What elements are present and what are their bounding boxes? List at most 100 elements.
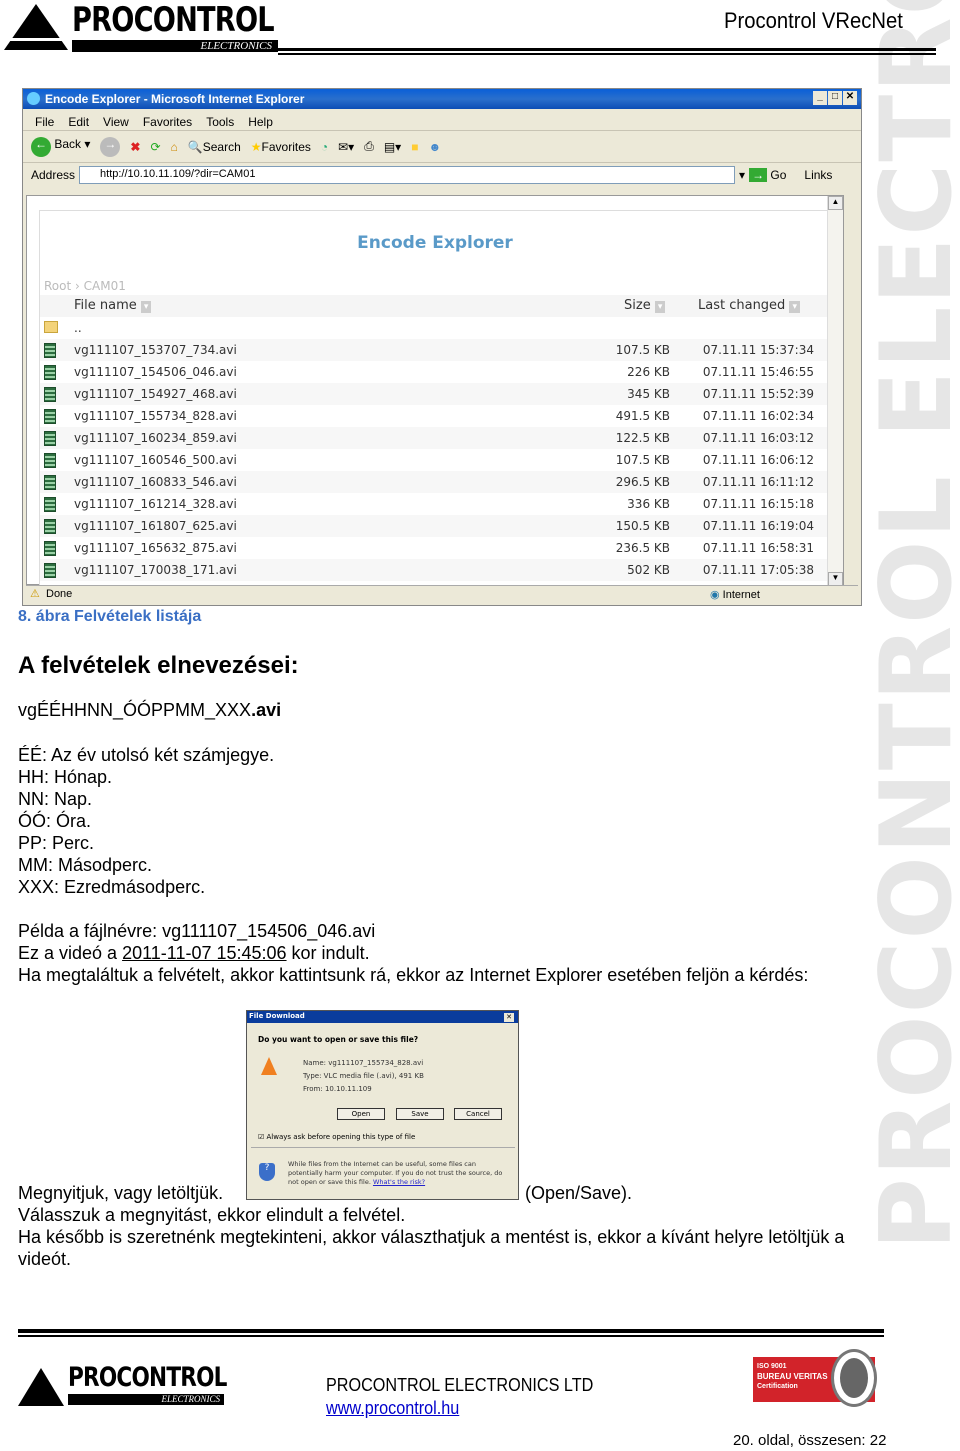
file-row[interactable]: vg111107_161807_625.avi 150.5 KB 07.11.11 … — [40, 515, 830, 537]
favorites-button[interactable]: ★Favorites — [251, 140, 311, 154]
close-button[interactable]: ✕ — [843, 91, 857, 105]
open-save-text: Megnyitjuk, vagy letöltjük. — [18, 1183, 224, 1203]
file-browser: Encode Explorer Root › CAM01 File name ▾… — [39, 210, 830, 586]
file-date: 07.11.11 15:37:34 — [702, 343, 814, 357]
file-row[interactable]: vg111107_160546_500.avi 107.5 KB 07.11.11 … — [40, 449, 830, 471]
video-file-icon — [44, 409, 56, 424]
file-name[interactable]: vg111107_170038_171.avi — [74, 563, 237, 577]
choose-open-line: Válasszuk a megnyitást, ekkor elindult a… — [18, 1205, 406, 1225]
file-name[interactable]: vg111107_153707_734.avi — [74, 343, 237, 357]
address-input[interactable]: http://10.10.11.109/?dir=CAM01 — [79, 166, 736, 184]
search-button[interactable]: 🔍Search — [188, 140, 241, 154]
menu-help[interactable]: Help — [248, 115, 273, 130]
save-later-line: Ha később is szeretnénk megtekinteni, ak… — [18, 1227, 845, 1247]
links-button[interactable]: Links — [804, 168, 832, 182]
file-name[interactable]: vg111107_160234_859.avi — [74, 431, 237, 445]
back-button[interactable]: ← Back ▾ — [31, 136, 90, 157]
notes-icon[interactable]: ■ — [411, 140, 418, 154]
file-name[interactable]: vg111107_161214_328.avi — [74, 497, 237, 511]
file-name[interactable]: vg111107_154927_468.avi — [74, 387, 237, 401]
go-label: Go — [770, 168, 787, 182]
file-size: 336 KB — [627, 497, 670, 511]
video-file-icon — [44, 563, 56, 578]
file-name[interactable]: vg111107_165632_875.avi — [74, 541, 237, 555]
file-type: VLC media file (.avi), 491 KB — [323, 1072, 424, 1080]
mail-icon[interactable]: ✉▾ — [338, 140, 354, 154]
section-heading: A felvételek elnevezései: — [18, 652, 299, 679]
minimize-button[interactable]: _ — [813, 91, 827, 105]
dialog-titlebar: File Download ✕ — [247, 1011, 518, 1023]
globe-icon: ◉ — [710, 589, 720, 601]
file-date: 07.11.11 15:52:39 — [702, 387, 814, 401]
header-rule-2 — [278, 53, 936, 55]
breadcrumb-root[interactable]: Root — [44, 279, 71, 293]
file-name[interactable]: vg111107_155734_828.avi — [74, 409, 237, 423]
file-name[interactable]: vg111107_160833_546.avi — [74, 475, 237, 489]
menu-file[interactable]: File — [35, 115, 54, 130]
file-row[interactable]: vg111107_161214_328.avi 336 KB 07.11.11 16… — [40, 493, 830, 515]
file-row[interactable]: vg111107_155734_828.avi 491.5 KB 07.11.11 … — [40, 405, 830, 427]
file-row[interactable]: vg111107_154927_468.avi 345 KB 07.11.11 15… — [40, 383, 830, 405]
footer-company: PROCONTROL ELECTRONICS LTD — [326, 1375, 594, 1395]
file-name[interactable]: vg111107_161807_625.avi — [74, 519, 237, 533]
file-name[interactable]: vg111107_154506_046.avi — [74, 365, 237, 379]
forward-button[interactable]: → — [100, 136, 121, 157]
dialog-close-button[interactable]: ✕ — [504, 1013, 514, 1022]
save-button[interactable]: Save — [396, 1108, 444, 1120]
footer-url[interactable]: www.procontrol.hu — [326, 1398, 459, 1419]
file-date: 07.11.11 15:46:55 — [702, 365, 814, 379]
search-label: Search — [202, 139, 241, 154]
file-row[interactable]: vg111107_165632_875.avi 236.5 KB 07.11.11 … — [40, 537, 830, 559]
go-button[interactable]: → Go — [749, 168, 786, 182]
file-row[interactable]: vg111107_153707_734.avi 107.5 KB 07.11.11 … — [40, 339, 830, 361]
edit-icon[interactable]: ▤▾ — [384, 140, 401, 154]
legend-item: PP: Perc. — [18, 833, 95, 853]
favorites-label: Favorites — [261, 139, 311, 154]
col-size[interactable]: Size ▾ — [624, 298, 666, 313]
start-date: 2011-11-07 15:45:06 — [122, 943, 287, 963]
open-button[interactable]: Open — [337, 1108, 385, 1120]
breadcrumb-cam01[interactable]: CAM01 — [84, 279, 126, 293]
file-name: vg111107_155734_828.avi — [328, 1059, 424, 1067]
browser-titlebar: Encode Explorer - Microsoft Internet Exp… — [23, 89, 861, 109]
always-ask-label: Always ask before opening this type of f… — [266, 1133, 416, 1141]
risk-link[interactable]: What's the risk? — [373, 1178, 425, 1186]
col-file-name[interactable]: File name ▾ — [74, 298, 152, 313]
open-save-suffix: (Open/Save). — [525, 1183, 633, 1203]
col-last-changed[interactable]: Last changed ▾ — [698, 298, 800, 313]
always-ask-checkbox[interactable]: ☑ Always ask before opening this type of… — [258, 1133, 415, 1141]
status-text: Done — [46, 588, 73, 600]
footer-rule — [18, 1329, 884, 1333]
history-icon[interactable]: ◔ — [321, 140, 328, 154]
home-icon[interactable]: ⌂ — [171, 140, 178, 154]
certification-badge: ISO 9001 BUREAU VERITAS Certification — [753, 1349, 877, 1407]
warning-text: While files from the Internet can be use… — [288, 1160, 503, 1186]
video-file-icon — [44, 431, 56, 446]
maximize-button[interactable]: □ — [828, 91, 842, 105]
file-name[interactable]: vg111107_160546_500.avi — [74, 453, 237, 467]
scrollbar[interactable]: ▲ ▼ — [827, 196, 843, 586]
ie-icon — [27, 92, 40, 105]
file-row[interactable]: vg111107_170038_171.avi 502 KB 07.11.11 17… — [40, 559, 830, 581]
cancel-button[interactable]: Cancel — [454, 1108, 502, 1120]
file-row[interactable]: vg111107_154506_046.avi 226 KB 07.11.11 15… — [40, 361, 830, 383]
file-row[interactable]: vg111107_160833_546.avi 296.5 KB 07.11.11 … — [40, 471, 830, 493]
parent-folder-row[interactable]: .. — [40, 317, 830, 339]
back-label: Back — [54, 136, 82, 151]
menu-edit[interactable]: Edit — [68, 115, 89, 130]
messenger-icon[interactable]: ☻ — [428, 140, 441, 154]
legend-item: NN: Nap. — [18, 789, 93, 809]
menu-view[interactable]: View — [103, 115, 129, 130]
file-date: 07.11.11 16:58:31 — [702, 541, 814, 555]
file-row[interactable]: vg111107_160234_859.avi 122.5 KB 07.11.11 … — [40, 427, 830, 449]
legend-item: HH: Hónap. — [18, 767, 113, 787]
print-icon[interactable]: ⎙ — [364, 139, 374, 154]
refresh-icon[interactable]: ⟳ — [150, 140, 160, 154]
pattern-main: vgÉÉHHNN_ÓÓPPMM_XXX — [18, 700, 252, 720]
stop-icon[interactable]: ✖ — [130, 140, 140, 154]
address-dropdown[interactable]: ▾ — [739, 168, 745, 182]
menu-favorites[interactable]: Favorites — [143, 115, 192, 130]
file-size: 150.5 KB — [615, 519, 670, 533]
start-pre: Ez a videó a — [18, 943, 123, 963]
menu-tools[interactable]: Tools — [206, 115, 234, 130]
